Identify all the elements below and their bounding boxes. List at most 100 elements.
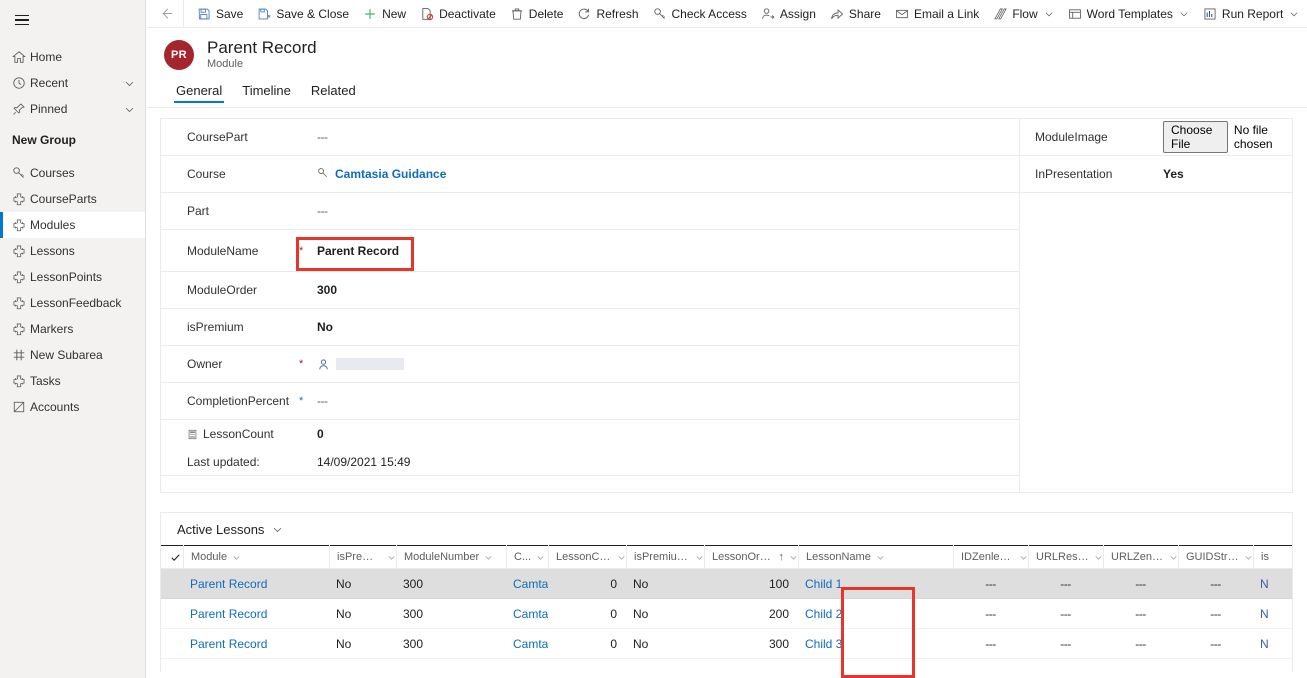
chevron-down-icon[interactable]: [876, 553, 885, 562]
sidebar-item-modules[interactable]: Modules: [0, 212, 145, 238]
column-header-lessoncount[interactable]: LessonCou...: [548, 545, 626, 569]
chevron-down-icon[interactable]: [1289, 9, 1299, 19]
chevron-down-icon[interactable]: [387, 553, 396, 562]
column-header-c[interactable]: C...: [506, 545, 548, 569]
sidebar-item-markers[interactable]: Markers: [0, 316, 145, 342]
cell-text[interactable]: Camta: [513, 637, 548, 651]
course-lookup-link[interactable]: Camtasia Guidance: [317, 167, 446, 182]
cell-module[interactable]: Parent Record: [183, 599, 329, 629]
chevron-down-icon[interactable]: [1044, 9, 1054, 19]
chevron-down-icon[interactable]: [1179, 9, 1189, 19]
field-value[interactable]: ---: [317, 204, 1019, 218]
cell-text[interactable]: Parent Record: [190, 577, 267, 591]
cell-module[interactable]: Parent Record: [183, 569, 329, 599]
column-header-module[interactable]: Module: [183, 545, 329, 569]
cell-c[interactable]: Camta: [506, 569, 548, 599]
column-header-lessonorder[interactable]: LessonOrder ↑: [704, 545, 798, 569]
row-checkbox[interactable]: [161, 629, 183, 659]
sidebar-item-recent[interactable]: Recent: [0, 70, 145, 96]
column-header-urlzenler[interactable]: URLZenler...: [1103, 545, 1178, 569]
flow-button[interactable]: Flow: [986, 0, 1060, 27]
field-value[interactable]: Yes: [1163, 167, 1184, 181]
table-row[interactable]: Parent Record No 300 Camta 0 No 200 Chil…: [161, 599, 1292, 629]
column-header-idzenlervideo[interactable]: IDZenlerVi...: [953, 545, 1028, 569]
column-header-guidstream[interactable]: GUIDStrea...: [1178, 545, 1253, 569]
column-header-modulenumber[interactable]: ModuleNumber: [396, 545, 506, 569]
word-templates-button[interactable]: Word Templates: [1061, 0, 1196, 27]
chevron-down-icon[interactable]: [695, 553, 704, 562]
column-header-ispremium[interactable]: isPremium: [329, 545, 396, 569]
check-access-button[interactable]: Check Access: [646, 0, 754, 27]
cell-module[interactable]: Parent Record: [183, 629, 329, 659]
column-header-urlresource[interactable]: URLResource: [1028, 545, 1103, 569]
site-map-toggle-icon[interactable]: [0, 4, 44, 36]
table-row[interactable]: Parent Record No 300 Camta 0 No 300 Chil…: [161, 629, 1292, 659]
cell-text[interactable]: Camta: [513, 607, 548, 621]
assign-button[interactable]: Assign: [754, 0, 823, 27]
chevron-down-icon[interactable]: [484, 553, 493, 562]
row-checkbox[interactable]: [161, 569, 183, 599]
deactivate-button[interactable]: Deactivate: [413, 0, 503, 27]
tab-general[interactable]: General: [166, 80, 232, 105]
back-arrow-icon[interactable]: [150, 0, 184, 27]
sidebar-item-lessonpoints[interactable]: LessonPoints: [0, 264, 145, 290]
sidebar-item-courses[interactable]: Courses: [0, 160, 145, 186]
chevron-down-icon[interactable]: [789, 553, 798, 562]
tab-related[interactable]: Related: [301, 80, 366, 105]
sidebar-item-new-subarea[interactable]: New Subarea: [0, 342, 145, 368]
modulename-input[interactable]: Parent Record: [317, 244, 1019, 258]
sidebar-item-accounts[interactable]: Accounts: [0, 394, 145, 420]
email-a-link-button[interactable]: Email a Link: [888, 0, 986, 27]
chevron-down-icon[interactable]: [121, 104, 135, 115]
cell-text[interactable]: Camta: [513, 577, 548, 591]
cell-lessonname[interactable]: Child 3: [798, 629, 953, 659]
column-header-ispremium-2[interactable]: isPremium ...: [626, 545, 704, 569]
delete-button[interactable]: Delete: [503, 0, 571, 27]
tab-timeline[interactable]: Timeline: [232, 80, 301, 105]
sidebar-item-lessons[interactable]: Lessons: [0, 238, 145, 264]
field-value[interactable]: 300: [317, 283, 1019, 297]
table-row[interactable]: Parent Record No 300 Camta 0 No 100 Chil…: [161, 569, 1292, 599]
chevron-down-icon[interactable]: [272, 524, 283, 535]
sidebar-item-tasks[interactable]: Tasks: [0, 368, 145, 394]
column-header-lessonname[interactable]: LessonName: [798, 545, 953, 569]
field-value[interactable]: Camtasia Guidance: [317, 167, 1019, 182]
field-value[interactable]: ---: [317, 130, 1019, 144]
column-header-is-truncated[interactable]: is: [1253, 545, 1277, 569]
field-value[interactable]: ---: [317, 394, 1019, 408]
choose-file-button[interactable]: Choose File: [1163, 121, 1228, 153]
sidebar-item-home[interactable]: Home: [0, 44, 145, 70]
cell-lessonname[interactable]: Child 2: [798, 599, 953, 629]
chevron-down-icon[interactable]: [1169, 553, 1178, 562]
cell-text[interactable]: Child 2: [805, 607, 842, 621]
subgrid-header[interactable]: Active Lessons: [161, 513, 1292, 545]
moduleimage-file-input[interactable]: Choose File No file chosen: [1163, 121, 1292, 153]
chevron-down-icon[interactable]: [1244, 553, 1253, 562]
new-button[interactable]: New: [356, 0, 413, 27]
refresh-button[interactable]: Refresh: [570, 0, 645, 27]
owner-lookup[interactable]: [317, 358, 1019, 371]
cell-text[interactable]: Parent Record: [190, 637, 267, 651]
chevron-down-icon[interactable]: [121, 78, 135, 89]
cell-text[interactable]: Parent Record: [190, 607, 267, 621]
sidebar-item-lessonfeedback[interactable]: LessonFeedback: [0, 290, 145, 316]
save-button[interactable]: Save: [190, 0, 250, 27]
save-and-close-button[interactable]: Save & Close: [250, 0, 356, 27]
chevron-down-icon[interactable]: [1094, 553, 1103, 562]
row-checkbox[interactable]: [161, 599, 183, 629]
select-all-checkbox[interactable]: [161, 545, 183, 569]
chevron-down-icon[interactable]: [232, 553, 241, 562]
share-button[interactable]: Share: [823, 0, 888, 27]
cell-c[interactable]: Camta: [506, 629, 548, 659]
run-report-button[interactable]: Run Report: [1196, 0, 1306, 27]
cell-text[interactable]: Child 1: [805, 577, 842, 591]
cell-text[interactable]: Child 3: [805, 637, 842, 651]
chevron-down-icon[interactable]: [1019, 553, 1028, 562]
chevron-down-icon[interactable]: [617, 553, 626, 562]
sidebar-item-pinned[interactable]: Pinned: [0, 96, 145, 122]
cell-lessonname[interactable]: Child 1: [798, 569, 953, 599]
chevron-down-icon[interactable]: [536, 553, 545, 562]
cell-c[interactable]: Camta: [506, 599, 548, 629]
sidebar-item-courseparts[interactable]: CourseParts: [0, 186, 145, 212]
field-value[interactable]: No: [317, 320, 1019, 334]
